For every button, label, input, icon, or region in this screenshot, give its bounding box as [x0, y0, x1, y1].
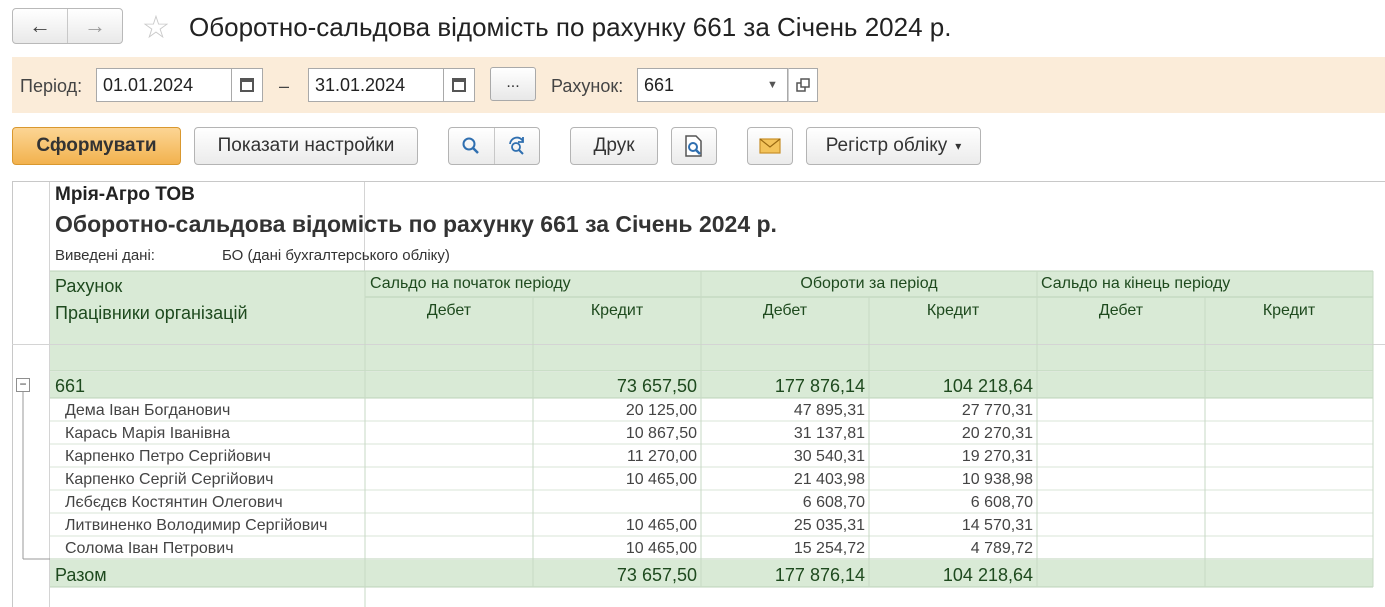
header-opening-credit: Кредит	[590, 302, 644, 319]
employee-opening-credit[interactable]: 10 465,00	[533, 471, 697, 489]
employee-turnover-debit[interactable]: 25 035,31	[701, 517, 865, 535]
group-opening-credit[interactable]: 73 657,50	[533, 376, 697, 397]
group-turnover-debit[interactable]: 177 876,14	[701, 376, 865, 397]
group-turnover-credit[interactable]: 104 218,64	[869, 376, 1033, 397]
employee-turnover-debit[interactable]: 30 540,31	[701, 448, 865, 466]
header-turnover-debit: Дебет	[762, 302, 808, 319]
employee-name[interactable]: Лєбєдєв Костянтин Олегович	[65, 494, 283, 512]
header-closing-credit: Кредит	[1262, 302, 1316, 319]
header-closing-balance: Сальдо на кінець періоду	[1041, 275, 1231, 292]
employee-name[interactable]: Карпенко Петро Сергійович	[65, 448, 271, 466]
employee-name[interactable]: Карась Марія Іванівна	[65, 425, 230, 443]
employee-opening-credit[interactable]: 10 465,00	[533, 517, 697, 535]
total-turnover-credit[interactable]: 104 218,64	[869, 565, 1033, 586]
total-opening-credit[interactable]: 73 657,50	[533, 565, 697, 586]
employee-name[interactable]: Дема Іван Богданович	[65, 402, 230, 420]
employee-turnover-debit[interactable]: 15 254,72	[701, 540, 865, 558]
header-opening-debit: Дебет	[426, 302, 472, 319]
employee-opening-credit[interactable]: 10 867,50	[533, 425, 697, 443]
total-turnover-debit[interactable]: 177 876,14	[701, 565, 865, 586]
group-account-name[interactable]: 661	[55, 376, 85, 397]
employee-turnover-credit[interactable]: 10 938,98	[869, 471, 1033, 489]
collapse-group-icon[interactable]: −	[16, 378, 30, 392]
total-label: Разом	[55, 565, 107, 585]
header-turnover: Обороти за період	[800, 275, 938, 292]
employee-turnover-debit[interactable]: 6 608,70	[701, 494, 865, 512]
header-closing-debit: Дебет	[1098, 302, 1144, 319]
header-opening-balance: Сальдо на початок періоду	[370, 275, 571, 292]
employee-turnover-debit[interactable]: 31 137,81	[701, 425, 865, 443]
employee-opening-credit[interactable]: 11 270,00	[533, 448, 697, 466]
employee-name[interactable]: Литвиненко Володимир Сергійович	[65, 517, 327, 535]
header-employees: Працівники організацій	[55, 303, 248, 323]
header-account: Рахунок	[55, 276, 123, 296]
employee-opening-credit[interactable]: 20 125,00	[533, 402, 697, 420]
header-turnover-credit: Кредит	[926, 302, 980, 319]
employee-turnover-credit[interactable]: 4 789,72	[869, 540, 1033, 558]
employee-turnover-credit[interactable]: 27 770,31	[869, 402, 1033, 420]
employee-turnover-debit[interactable]: 47 895,31	[701, 402, 865, 420]
employee-turnover-credit[interactable]: 14 570,31	[869, 517, 1033, 535]
employee-opening-credit[interactable]: 10 465,00	[533, 540, 697, 558]
employee-turnover-credit[interactable]: 6 608,70	[869, 494, 1033, 512]
employee-turnover-credit[interactable]: 19 270,31	[869, 448, 1033, 466]
employee-turnover-debit[interactable]: 21 403,98	[701, 471, 865, 489]
employee-name[interactable]: Карпенко Сергій Сергійович	[65, 471, 274, 489]
employee-name[interactable]: Солома Іван Петрович	[65, 540, 234, 558]
employee-turnover-credit[interactable]: 20 270,31	[869, 425, 1033, 443]
